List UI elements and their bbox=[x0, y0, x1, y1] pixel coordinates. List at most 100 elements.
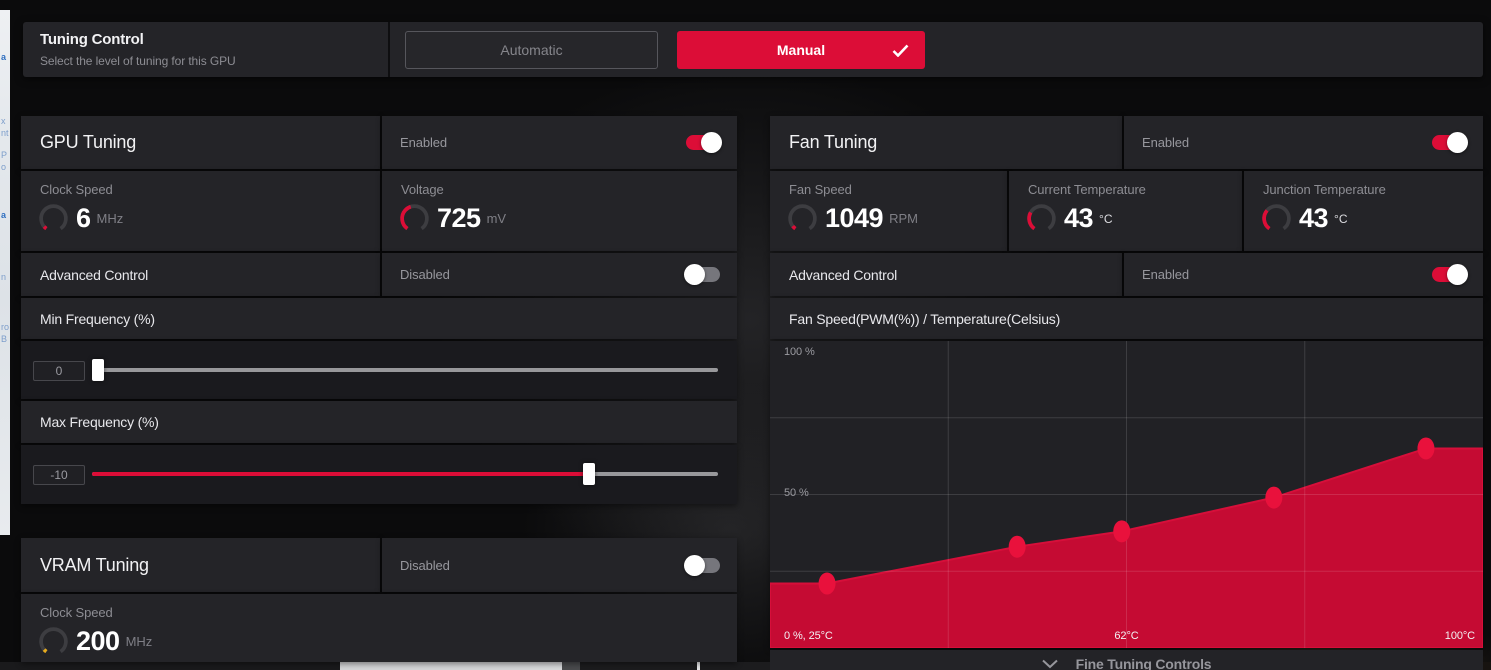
automatic-button[interactable]: Automatic bbox=[405, 31, 658, 69]
tuning-control-subtitle: Select the level of tuning for this GPU bbox=[40, 54, 236, 68]
background-text-fragment: ro bbox=[1, 322, 9, 332]
vram-clock-speed-label: Clock Speed bbox=[40, 605, 113, 620]
min-frequency-slider-handle[interactable] bbox=[92, 359, 104, 381]
checkmark-icon bbox=[892, 44, 909, 57]
voltage-unit: mV bbox=[487, 211, 507, 226]
min-frequency-label: Min Frequency (%) bbox=[40, 311, 155, 327]
advanced-control-label: Advanced Control bbox=[40, 267, 148, 283]
min-frequency-slider-track[interactable] bbox=[92, 368, 718, 372]
fan-speed-value: 1049 bbox=[825, 203, 883, 234]
gpu-advanced-toggle[interactable] bbox=[686, 267, 720, 282]
fan-advanced-control-cell: Advanced Control bbox=[770, 253, 1122, 296]
background-window-edge bbox=[697, 662, 700, 670]
y-axis-50-label: 50 % bbox=[784, 487, 809, 499]
vram-tuning-title: VRAM Tuning bbox=[40, 555, 149, 576]
gpu-tuning-title: GPU Tuning bbox=[40, 132, 136, 153]
min-frequency-input[interactable]: 0 bbox=[33, 361, 85, 381]
fan-tuning-status-cell: Enabled bbox=[1124, 116, 1483, 169]
fan-curve-point[interactable] bbox=[1417, 437, 1434, 459]
vram-clock-value: 200 bbox=[76, 626, 120, 657]
axis-origin-label: 0 %, 25°C bbox=[784, 630, 833, 642]
slider-fill bbox=[92, 472, 589, 476]
current-temperature-value: 43 bbox=[1064, 203, 1093, 234]
current-temperature-unit: °C bbox=[1099, 212, 1112, 226]
max-frequency-label: Max Frequency (%) bbox=[40, 414, 159, 430]
fine-tuning-controls-label: Fine Tuning Controls bbox=[1076, 656, 1212, 670]
x-axis-mid-label: 62°C bbox=[1114, 630, 1138, 642]
fan-speed-label: Fan Speed bbox=[789, 182, 852, 197]
amd-tuning-screen: a x nt P o a n ro B Tuning Control Selec… bbox=[0, 0, 1491, 670]
max-frequency-input[interactable]: -10 bbox=[33, 465, 85, 485]
gpu-tuning-status: Enabled bbox=[400, 135, 447, 150]
background-text-fragment: a bbox=[1, 210, 6, 220]
fan-tuning-status: Enabled bbox=[1142, 135, 1189, 150]
max-frequency-label-cell: Max Frequency (%) bbox=[21, 401, 737, 443]
toggle-knob bbox=[684, 264, 705, 285]
vram-tuning-toggle[interactable] bbox=[686, 558, 720, 573]
gpu-tuning-header: GPU Tuning bbox=[21, 116, 380, 169]
fine-tuning-controls-bar[interactable]: Fine Tuning Controls bbox=[770, 650, 1483, 670]
max-frequency-slider-track[interactable] bbox=[92, 472, 718, 476]
gpu-tuning-status-cell: Enabled bbox=[382, 116, 737, 169]
fan-chart-title: Fan Speed(PWM(%)) / Temperature(Celsius) bbox=[789, 311, 1060, 327]
toggle-knob bbox=[701, 132, 722, 153]
junction-temperature-cell: Junction Temperature 43 °C bbox=[1244, 171, 1483, 251]
background-text-fragment: x bbox=[1, 116, 6, 126]
clock-speed-value: 6 bbox=[76, 203, 91, 234]
clock-speed-unit: MHz bbox=[97, 211, 124, 226]
junction-temperature-unit: °C bbox=[1334, 212, 1347, 226]
gpu-advanced-status-cell: Disabled bbox=[382, 253, 737, 296]
voltage-label: Voltage bbox=[401, 182, 444, 197]
min-frequency-label-cell: Min Frequency (%) bbox=[21, 298, 737, 339]
fan-tuning-toggle[interactable] bbox=[1432, 135, 1466, 150]
fan-curve-chart[interactable]: 100 % 50 % 0 %, 25°C 62°C 100°C bbox=[770, 341, 1483, 648]
fan-speed-gauge-icon bbox=[787, 203, 818, 234]
current-temperature-label: Current Temperature bbox=[1028, 182, 1146, 197]
toggle-knob bbox=[1447, 264, 1468, 285]
gpu-voltage-cell: Voltage 725 mV bbox=[382, 171, 737, 251]
fan-speed-unit: RPM bbox=[889, 211, 918, 226]
fan-chart-title-cell: Fan Speed(PWM(%)) / Temperature(Celsius) bbox=[770, 298, 1483, 339]
toggle-knob bbox=[684, 555, 705, 576]
fan-advanced-toggle[interactable] bbox=[1432, 267, 1466, 282]
fan-advanced-status-cell: Enabled bbox=[1124, 253, 1483, 296]
manual-button[interactable]: Manual bbox=[677, 31, 925, 69]
voltage-value: 725 bbox=[437, 203, 481, 234]
fan-curve-point[interactable] bbox=[1009, 536, 1026, 558]
chevron-down-icon bbox=[1042, 659, 1058, 669]
fan-curve-svg[interactable] bbox=[770, 341, 1483, 648]
background-window-sliver: a x nt P o a n ro B bbox=[0, 10, 10, 535]
gpu-tuning-toggle[interactable] bbox=[686, 135, 720, 150]
background-text-fragment: a bbox=[1, 52, 6, 62]
junction-temperature-gauge-icon bbox=[1261, 203, 1292, 234]
min-frequency-slider-row: 0 bbox=[21, 341, 737, 399]
clock-speed-label: Clock Speed bbox=[40, 182, 113, 197]
clock-speed-gauge-icon bbox=[38, 203, 69, 234]
fan-tuning-title: Fan Tuning bbox=[789, 132, 877, 153]
tuning-control-bar: Tuning Control Select the level of tunin… bbox=[23, 22, 1483, 77]
y-axis-100-label: 100 % bbox=[784, 346, 815, 358]
fan-curve-point[interactable] bbox=[819, 573, 836, 595]
fan-curve-point[interactable] bbox=[1113, 520, 1130, 542]
divider bbox=[388, 22, 390, 77]
background-text-fragment: n bbox=[1, 272, 6, 282]
automatic-button-label: Automatic bbox=[500, 42, 562, 58]
tuning-control-title: Tuning Control bbox=[40, 31, 144, 48]
background-window-strip bbox=[340, 662, 530, 670]
max-frequency-slider-handle[interactable] bbox=[583, 463, 595, 485]
current-temperature-gauge-icon bbox=[1026, 203, 1057, 234]
manual-button-label: Manual bbox=[777, 42, 825, 58]
vram-clock-speed-cell: Clock Speed 200 MHz bbox=[21, 594, 737, 662]
background-text-fragment: nt bbox=[1, 128, 9, 138]
vram-clock-unit: MHz bbox=[126, 634, 153, 649]
background-text-fragment: P bbox=[1, 150, 7, 160]
background-strip bbox=[580, 662, 770, 670]
vram-tuning-status-cell: Disabled bbox=[382, 538, 737, 592]
toggle-knob bbox=[1447, 132, 1468, 153]
fan-tuning-header: Fan Tuning bbox=[770, 116, 1122, 169]
background-strip bbox=[562, 662, 580, 670]
vram-tuning-header: VRAM Tuning bbox=[21, 538, 380, 592]
gpu-clock-speed-cell: Clock Speed 6 MHz bbox=[21, 171, 380, 251]
fan-curve-point[interactable] bbox=[1265, 487, 1282, 509]
junction-temperature-value: 43 bbox=[1299, 203, 1328, 234]
